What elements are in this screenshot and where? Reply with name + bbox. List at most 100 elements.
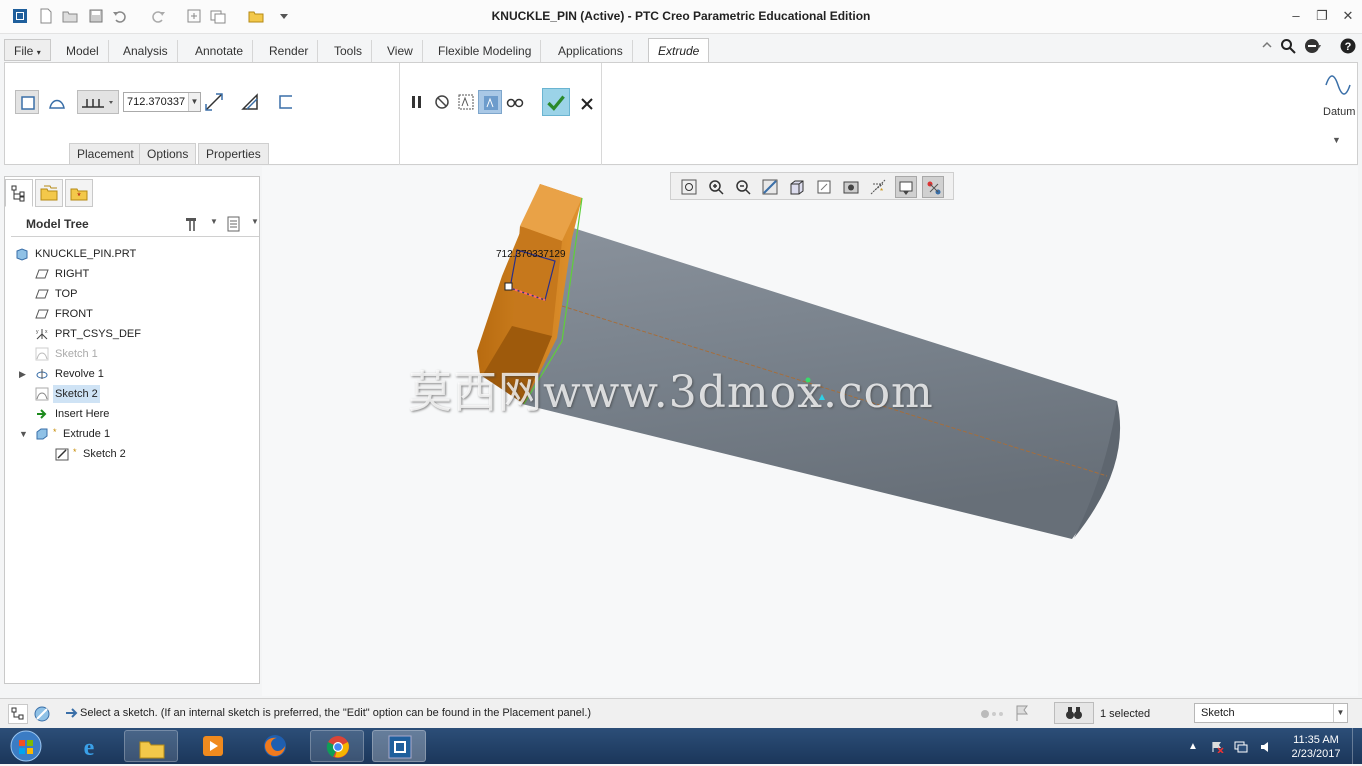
pause-icon[interactable] <box>405 90 429 114</box>
sketch-icon <box>55 447 69 461</box>
depth-value-input[interactable]: 712.370337 ▼ <box>123 92 201 112</box>
show-navigator-icon[interactable] <box>8 704 28 724</box>
tab-model[interactable]: Model <box>57 40 109 62</box>
sketch-icon <box>35 347 49 361</box>
taskbar-explorer[interactable] <box>124 730 178 762</box>
start-button[interactable] <box>6 729 46 763</box>
tab-render[interactable]: Render <box>260 40 319 62</box>
search-icon[interactable] <box>1280 38 1296 56</box>
taskbar-firefox[interactable] <box>248 730 302 762</box>
filter-dropdown-icon[interactable]: ▼ <box>1333 704 1347 722</box>
datum-display-icon[interactable]: * <box>867 176 889 198</box>
extrude-icon <box>35 427 49 441</box>
model-tree-tab[interactable] <box>5 179 33 207</box>
model-tree-header: Model Tree ▼ ▼ <box>11 210 259 237</box>
title-bar: KNUCKLE_PIN (Active) - PTC Creo Parametr… <box>0 0 1362 34</box>
tab-applications[interactable]: Applications <box>549 40 633 62</box>
taskbar-ie[interactable]: e <box>62 730 116 762</box>
extrude-solid-icon[interactable] <box>15 90 39 114</box>
tab-tools[interactable]: Tools <box>325 40 373 62</box>
tab-analysis[interactable]: Analysis <box>114 40 178 62</box>
tray-network-icon[interactable] <box>1234 741 1248 753</box>
verify-glasses-icon[interactable] <box>503 90 527 114</box>
no-preview-icon[interactable] <box>430 90 454 114</box>
tree-show-dropdown-icon[interactable]: ▼ <box>251 217 259 226</box>
help-icon[interactable]: ? <box>1340 38 1356 56</box>
show-browser-icon[interactable] <box>32 704 52 724</box>
window-title: KNUCKLE_PIN (Active) - PTC Creo Parametr… <box>491 9 871 23</box>
folder-browser-tab[interactable] <box>35 179 63 207</box>
subtab-options[interactable]: Options <box>139 143 197 165</box>
flag-icon[interactable] <box>1014 704 1030 722</box>
svg-text:*: * <box>880 187 883 196</box>
taskbar-clock[interactable]: 11:35 AM 2/23/2017 <box>1284 733 1348 761</box>
thicken-sketch-icon[interactable] <box>274 90 298 114</box>
depth-option-button[interactable] <box>77 90 119 114</box>
display-style-icon[interactable] <box>786 176 808 198</box>
ribbon-separator <box>601 63 602 165</box>
zoom-out-icon[interactable] <box>732 176 754 198</box>
graphics-window[interactable]: 712.370337129 <box>262 166 1358 696</box>
find-binoculars-icon[interactable] <box>1054 702 1094 724</box>
close-icon[interactable]: ✕ <box>1340 8 1356 24</box>
svg-text:y: y <box>36 329 39 335</box>
minimize-icon[interactable]: – <box>1288 8 1304 24</box>
view-manager-icon[interactable] <box>840 176 862 198</box>
drag-handle[interactable] <box>504 282 513 291</box>
zoom-in-icon[interactable] <box>705 176 727 198</box>
show-desktop-button[interactable] <box>1352 728 1362 764</box>
datum-label[interactable]: Datum <box>1323 106 1355 118</box>
revolve-icon <box>35 367 49 381</box>
expand-arrow-icon[interactable]: ▶ <box>19 369 29 379</box>
collapse-ribbon-icon[interactable] <box>1260 38 1274 56</box>
accept-checkmark-icon[interactable] <box>542 88 570 116</box>
selection-filter-select[interactable]: Sketch ▼ <box>1194 703 1348 723</box>
tab-flexible-modeling[interactable]: Flexible Modeling <box>429 40 542 62</box>
datum-dropdown-icon[interactable]: ▼ <box>1332 135 1341 145</box>
repaint-icon[interactable] <box>759 176 781 198</box>
tray-action-center-icon[interactable] <box>1210 741 1224 754</box>
tab-view[interactable]: View <box>378 40 423 62</box>
favorites-tab[interactable]: * <box>65 179 93 207</box>
tray-expand-icon[interactable]: ▲ <box>1188 741 1202 753</box>
cancel-x-icon[interactable] <box>575 92 599 116</box>
tray-volume-icon[interactable] <box>1260 741 1274 753</box>
svg-text:x: x <box>45 329 48 335</box>
flip-direction-icon[interactable] <box>202 90 226 114</box>
collapse-arrow-icon[interactable]: ▼ <box>19 429 29 439</box>
tree-settings-icon[interactable] <box>183 214 203 234</box>
windows-taskbar: e ▲ 11:35 AM 2/23/2017 <box>0 728 1362 764</box>
subtab-placement[interactable]: Placement <box>69 143 142 165</box>
depth-dropdown-icon[interactable]: ▼ <box>188 93 200 111</box>
taskbar-creo[interactable] <box>372 730 426 762</box>
tab-extrude[interactable]: Extrude <box>648 38 710 63</box>
verify-mode-icon[interactable] <box>478 90 502 114</box>
model-tree-title: Model Tree <box>26 217 89 231</box>
svg-text:e: e <box>84 735 95 759</box>
tree-show-icon[interactable] <box>225 214 243 234</box>
tree-settings-dropdown-icon[interactable]: ▼ <box>210 217 218 226</box>
restore-icon[interactable]: ❐ <box>1314 8 1330 24</box>
datum-plane-icon <box>35 267 49 281</box>
extrude-surface-icon[interactable] <box>45 90 69 114</box>
spin-center-icon[interactable] <box>922 176 944 198</box>
view-toolbar: * <box>670 172 954 200</box>
saved-orientations-icon[interactable] <box>813 176 835 198</box>
subtab-properties[interactable]: Properties <box>198 143 269 165</box>
community-icon[interactable] <box>1304 38 1322 56</box>
datum-plane-icon <box>35 307 49 321</box>
part-icon <box>15 247 29 261</box>
remove-material-icon[interactable] <box>238 90 262 114</box>
refit-icon[interactable] <box>678 176 700 198</box>
attached-preview-icon[interactable] <box>454 90 478 114</box>
datum-sine-icon[interactable] <box>1323 70 1353 100</box>
taskbar-chrome[interactable] <box>310 730 364 762</box>
tab-file[interactable]: File ▾ <box>4 39 51 61</box>
tab-annotate[interactable]: Annotate <box>186 40 254 62</box>
insert-arrow-icon <box>35 407 49 421</box>
taskbar-media-player[interactable] <box>186 730 240 762</box>
model-render[interactable] <box>262 166 1358 696</box>
annotation-display-icon[interactable] <box>895 176 917 198</box>
ribbon-separator <box>399 63 400 165</box>
depth-dimension-label[interactable]: 712.370337129 <box>496 249 566 260</box>
